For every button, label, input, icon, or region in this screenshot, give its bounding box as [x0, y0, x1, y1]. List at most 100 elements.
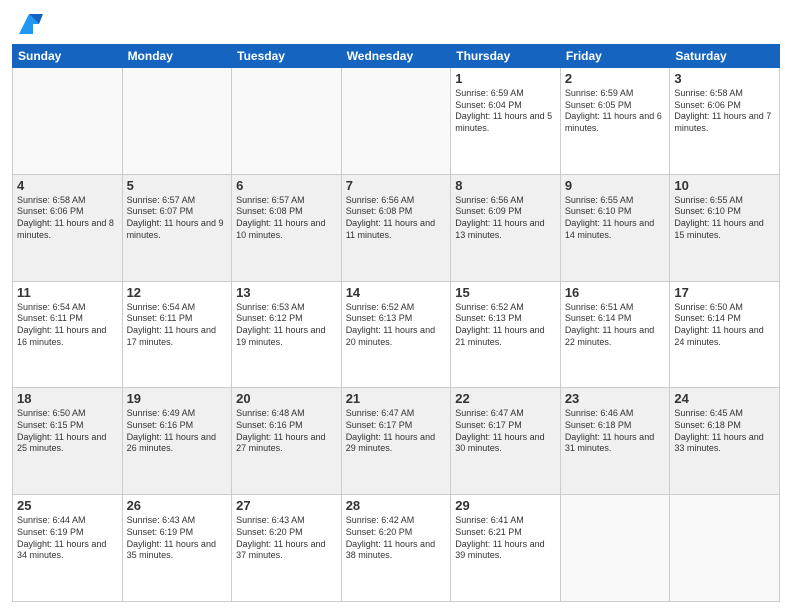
- day-info: Sunrise: 6:47 AM Sunset: 6:17 PM Dayligh…: [346, 408, 447, 455]
- day-number: 29: [455, 498, 556, 513]
- day-number: 6: [236, 178, 337, 193]
- weekday-header-thursday: Thursday: [451, 45, 561, 68]
- day-info: Sunrise: 6:48 AM Sunset: 6:16 PM Dayligh…: [236, 408, 337, 455]
- day-cell: [232, 68, 342, 175]
- day-number: 14: [346, 285, 447, 300]
- weekday-header-friday: Friday: [560, 45, 670, 68]
- day-cell: 10 Sunrise: 6:55 AM Sunset: 6:10 PM Dayli…: [670, 174, 780, 281]
- day-info: Sunrise: 6:54 AM Sunset: 6:11 PM Dayligh…: [17, 302, 118, 349]
- day-info: Sunrise: 6:52 AM Sunset: 6:13 PM Dayligh…: [455, 302, 556, 349]
- day-cell: 5 Sunrise: 6:57 AM Sunset: 6:07 PM Daylig…: [122, 174, 232, 281]
- day-number: 17: [674, 285, 775, 300]
- day-cell: 7 Sunrise: 6:56 AM Sunset: 6:08 PM Daylig…: [341, 174, 451, 281]
- day-cell: 27 Sunrise: 6:43 AM Sunset: 6:20 PM Dayli…: [232, 495, 342, 602]
- weekday-header-tuesday: Tuesday: [232, 45, 342, 68]
- day-cell: [13, 68, 123, 175]
- day-number: 4: [17, 178, 118, 193]
- day-info: Sunrise: 6:58 AM Sunset: 6:06 PM Dayligh…: [674, 88, 775, 135]
- week-row-5: 25 Sunrise: 6:44 AM Sunset: 6:19 PM Dayli…: [13, 495, 780, 602]
- calendar-table: SundayMondayTuesdayWednesdayThursdayFrid…: [12, 44, 780, 602]
- day-info: Sunrise: 6:56 AM Sunset: 6:08 PM Dayligh…: [346, 195, 447, 242]
- day-info: Sunrise: 6:44 AM Sunset: 6:19 PM Dayligh…: [17, 515, 118, 562]
- day-number: 22: [455, 391, 556, 406]
- day-number: 9: [565, 178, 666, 193]
- day-number: 28: [346, 498, 447, 513]
- day-info: Sunrise: 6:41 AM Sunset: 6:21 PM Dayligh…: [455, 515, 556, 562]
- day-number: 3: [674, 71, 775, 86]
- day-info: Sunrise: 6:50 AM Sunset: 6:14 PM Dayligh…: [674, 302, 775, 349]
- day-cell: [560, 495, 670, 602]
- day-info: Sunrise: 6:49 AM Sunset: 6:16 PM Dayligh…: [127, 408, 228, 455]
- week-row-4: 18Sunrise: 6:50 AM Sunset: 6:15 PM Dayli…: [13, 388, 780, 495]
- day-info: Sunrise: 6:47 AM Sunset: 6:17 PM Dayligh…: [455, 408, 556, 455]
- day-info: Sunrise: 6:57 AM Sunset: 6:08 PM Dayligh…: [236, 195, 337, 242]
- day-number: 2: [565, 71, 666, 86]
- day-number: 13: [236, 285, 337, 300]
- day-cell: 11 Sunrise: 6:54 AM Sunset: 6:11 PM Dayli…: [13, 281, 123, 388]
- day-cell: 21Sunrise: 6:47 AM Sunset: 6:17 PM Dayli…: [341, 388, 451, 495]
- day-number: 16: [565, 285, 666, 300]
- day-number: 26: [127, 498, 228, 513]
- weekday-header-saturday: Saturday: [670, 45, 780, 68]
- day-info: Sunrise: 6:51 AM Sunset: 6:14 PM Dayligh…: [565, 302, 666, 349]
- day-number: 7: [346, 178, 447, 193]
- day-cell: 6 Sunrise: 6:57 AM Sunset: 6:08 PM Daylig…: [232, 174, 342, 281]
- week-row-2: 4 Sunrise: 6:58 AM Sunset: 6:06 PM Daylig…: [13, 174, 780, 281]
- day-number: 11: [17, 285, 118, 300]
- day-cell: 4 Sunrise: 6:58 AM Sunset: 6:06 PM Daylig…: [13, 174, 123, 281]
- day-number: 19: [127, 391, 228, 406]
- day-info: Sunrise: 6:46 AM Sunset: 6:18 PM Dayligh…: [565, 408, 666, 455]
- weekday-header-row: SundayMondayTuesdayWednesdayThursdayFrid…: [13, 45, 780, 68]
- day-number: 20: [236, 391, 337, 406]
- day-cell: 18Sunrise: 6:50 AM Sunset: 6:15 PM Dayli…: [13, 388, 123, 495]
- day-cell: 15 Sunrise: 6:52 AM Sunset: 6:13 PM Dayli…: [451, 281, 561, 388]
- day-info: Sunrise: 6:42 AM Sunset: 6:20 PM Dayligh…: [346, 515, 447, 562]
- day-cell: 8 Sunrise: 6:56 AM Sunset: 6:09 PM Daylig…: [451, 174, 561, 281]
- day-info: Sunrise: 6:59 AM Sunset: 6:04 PM Dayligh…: [455, 88, 556, 135]
- day-number: 1: [455, 71, 556, 86]
- page: SundayMondayTuesdayWednesdayThursdayFrid…: [0, 0, 792, 612]
- day-number: 5: [127, 178, 228, 193]
- day-cell: 2 Sunrise: 6:59 AM Sunset: 6:05 PM Daylig…: [560, 68, 670, 175]
- day-info: Sunrise: 6:45 AM Sunset: 6:18 PM Dayligh…: [674, 408, 775, 455]
- day-cell: 22 Sunrise: 6:47 AM Sunset: 6:17 PM Dayli…: [451, 388, 561, 495]
- day-cell: 29 Sunrise: 6:41 AM Sunset: 6:21 PM Dayli…: [451, 495, 561, 602]
- day-cell: 1 Sunrise: 6:59 AM Sunset: 6:04 PM Daylig…: [451, 68, 561, 175]
- day-cell: 16 Sunrise: 6:51 AM Sunset: 6:14 PM Dayli…: [560, 281, 670, 388]
- day-number: 15: [455, 285, 556, 300]
- day-cell: [670, 495, 780, 602]
- logo-icon: [15, 10, 43, 38]
- day-number: 25: [17, 498, 118, 513]
- day-info: Sunrise: 6:53 AM Sunset: 6:12 PM Dayligh…: [236, 302, 337, 349]
- day-number: 18: [17, 391, 118, 406]
- day-info: Sunrise: 6:43 AM Sunset: 6:20 PM Dayligh…: [236, 515, 337, 562]
- day-info: Sunrise: 6:59 AM Sunset: 6:05 PM Dayligh…: [565, 88, 666, 135]
- day-cell: 19 Sunrise: 6:49 AM Sunset: 6:16 PM Dayli…: [122, 388, 232, 495]
- day-cell: 12 Sunrise: 6:54 AM Sunset: 6:11 PM Dayli…: [122, 281, 232, 388]
- day-cell: 3 Sunrise: 6:58 AM Sunset: 6:06 PM Daylig…: [670, 68, 780, 175]
- weekday-header-monday: Monday: [122, 45, 232, 68]
- day-cell: 28 Sunrise: 6:42 AM Sunset: 6:20 PM Dayli…: [341, 495, 451, 602]
- day-info: Sunrise: 6:55 AM Sunset: 6:10 PM Dayligh…: [674, 195, 775, 242]
- day-info: Sunrise: 6:52 AM Sunset: 6:13 PM Dayligh…: [346, 302, 447, 349]
- day-cell: 17 Sunrise: 6:50 AM Sunset: 6:14 PM Dayli…: [670, 281, 780, 388]
- day-cell: 24Sunrise: 6:45 AM Sunset: 6:18 PM Dayli…: [670, 388, 780, 495]
- weekday-header-sunday: Sunday: [13, 45, 123, 68]
- day-number: 12: [127, 285, 228, 300]
- day-cell: 23Sunrise: 6:46 AM Sunset: 6:18 PM Dayli…: [560, 388, 670, 495]
- day-info: Sunrise: 6:57 AM Sunset: 6:07 PM Dayligh…: [127, 195, 228, 242]
- weekday-header-wednesday: Wednesday: [341, 45, 451, 68]
- day-info: Sunrise: 6:54 AM Sunset: 6:11 PM Dayligh…: [127, 302, 228, 349]
- day-info: Sunrise: 6:58 AM Sunset: 6:06 PM Dayligh…: [17, 195, 118, 242]
- day-cell: 14 Sunrise: 6:52 AM Sunset: 6:13 PM Dayli…: [341, 281, 451, 388]
- day-cell: [341, 68, 451, 175]
- week-row-1: 1 Sunrise: 6:59 AM Sunset: 6:04 PM Daylig…: [13, 68, 780, 175]
- day-number: 27: [236, 498, 337, 513]
- day-info: Sunrise: 6:56 AM Sunset: 6:09 PM Dayligh…: [455, 195, 556, 242]
- day-number: 8: [455, 178, 556, 193]
- day-cell: 9Sunrise: 6:55 AM Sunset: 6:10 PM Daylig…: [560, 174, 670, 281]
- day-number: 10: [674, 178, 775, 193]
- day-cell: 26Sunrise: 6:43 AM Sunset: 6:19 PM Dayli…: [122, 495, 232, 602]
- day-cell: 20 Sunrise: 6:48 AM Sunset: 6:16 PM Dayli…: [232, 388, 342, 495]
- header: [12, 10, 780, 38]
